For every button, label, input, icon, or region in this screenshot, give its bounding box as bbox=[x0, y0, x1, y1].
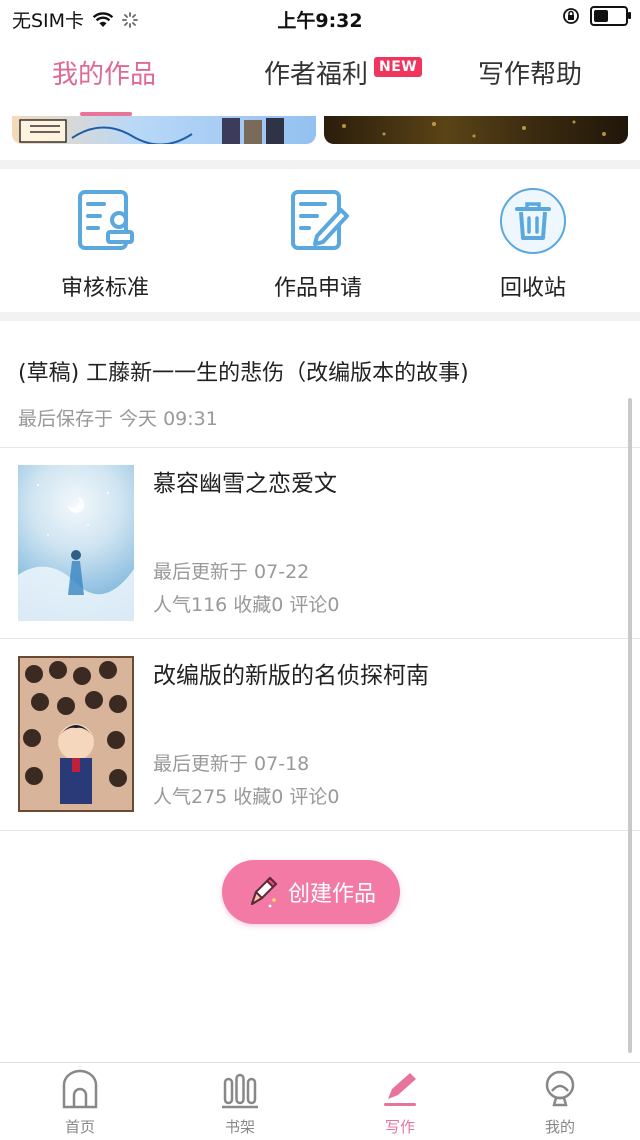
section-separator bbox=[0, 312, 640, 321]
scrollbar[interactable] bbox=[628, 398, 632, 1053]
tab-my-works[interactable]: 我的作品 bbox=[52, 54, 156, 91]
recycle-bin-button[interactable]: 回收站 bbox=[463, 186, 603, 302]
divider bbox=[0, 830, 640, 831]
banner-image-left[interactable] bbox=[12, 116, 316, 144]
recycle-bin-label: 回收站 bbox=[499, 276, 566, 301]
rotation-lock-icon bbox=[563, 8, 579, 24]
work-updated: 最后更新于 07-22 bbox=[153, 561, 310, 583]
work-stats: 人气275 收藏0 评论0 bbox=[153, 786, 340, 808]
draft-saved-time: 最后保存于 今天 09:31 bbox=[18, 408, 218, 430]
nav-write-label: 写作 bbox=[384, 1118, 415, 1136]
tab-writing-help[interactable]: 写作帮助 bbox=[478, 54, 582, 91]
nav-bookshelf[interactable]: 书架 bbox=[195, 1069, 285, 1137]
review-standard-icon bbox=[78, 190, 134, 250]
nav-home-label: 首页 bbox=[64, 1118, 95, 1136]
bottom-nav: 首页 书架 写作 我的 bbox=[0, 1062, 640, 1140]
profile-icon bbox=[545, 1070, 575, 1107]
battery-icon bbox=[590, 6, 631, 26]
nav-me-label: 我的 bbox=[544, 1118, 575, 1136]
pencil-icon bbox=[250, 876, 278, 908]
create-work-button[interactable]: 创建作品 bbox=[222, 860, 400, 924]
status-bar: 无SIM卡 上午9:32 bbox=[0, 0, 640, 36]
work-title: 慕容幽雪之恋爱文 bbox=[153, 471, 337, 497]
work-title: 改编版的新版的名侦探柯南 bbox=[153, 663, 429, 689]
banner-image-right[interactable] bbox=[324, 116, 628, 144]
work-cover-image[interactable] bbox=[18, 656, 134, 812]
create-work-label: 创建作品 bbox=[287, 882, 376, 907]
top-tabs: 我的作品 作者福利 NEW 写作帮助 bbox=[0, 40, 640, 116]
nav-bookshelf-label: 书架 bbox=[224, 1118, 255, 1136]
write-icon bbox=[384, 1073, 416, 1106]
work-apply-label: 作品申请 bbox=[273, 276, 362, 301]
status-time: 上午9:32 bbox=[277, 10, 363, 32]
section-separator bbox=[0, 160, 640, 169]
work-stats: 人气116 收藏0 评论0 bbox=[153, 594, 340, 616]
nav-home[interactable]: 首页 bbox=[35, 1069, 125, 1137]
new-badge: NEW bbox=[374, 57, 423, 77]
nav-me[interactable]: 我的 bbox=[515, 1069, 605, 1137]
work-updated: 最后更新于 07-18 bbox=[153, 753, 310, 775]
review-standard-button[interactable]: 审核标准 bbox=[35, 186, 175, 302]
work-apply-button[interactable]: 作品申请 bbox=[248, 186, 388, 302]
bookshelf-icon bbox=[222, 1073, 258, 1109]
trash-icon bbox=[500, 188, 566, 254]
work-apply-icon bbox=[291, 190, 349, 250]
draft-title: (草稿) 工藤新一一生的悲伤（改编版本的故事) bbox=[18, 361, 469, 386]
review-standard-label: 审核标准 bbox=[60, 276, 149, 301]
tab-author-benefits[interactable]: 作者福利 bbox=[264, 54, 368, 91]
work-cover-image[interactable] bbox=[18, 465, 134, 621]
home-icon bbox=[62, 1069, 98, 1109]
nav-write[interactable]: 写作 bbox=[355, 1069, 445, 1137]
status-right bbox=[562, 6, 631, 26]
